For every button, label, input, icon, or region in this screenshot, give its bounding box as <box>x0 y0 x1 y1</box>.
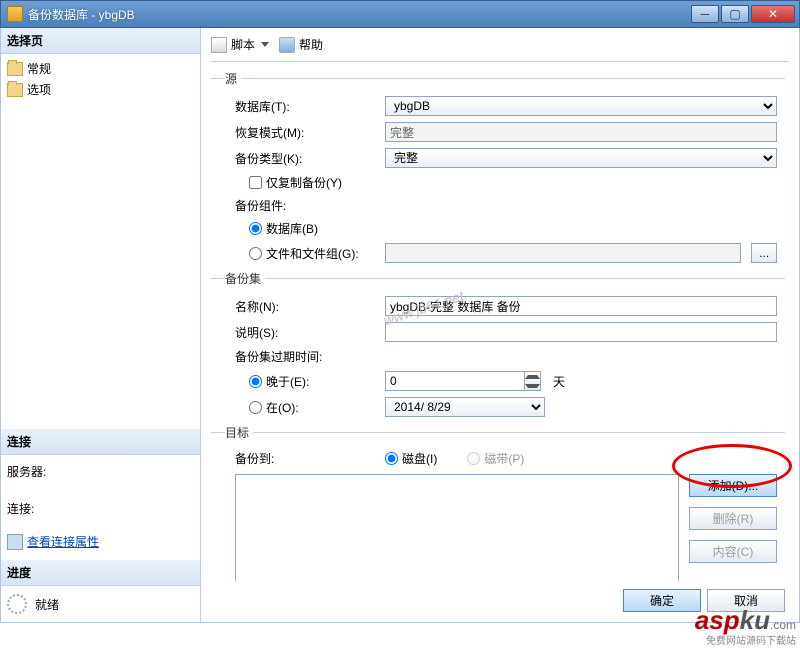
window-title: 备份数据库 - ybgDB <box>28 6 689 23</box>
destination-legend: 目标 <box>225 424 253 441</box>
destination-group: 目标 备份到: 磁盘(I) 磁带(P) 添加(D)... 删除(R) 内容(C) <box>211 424 785 581</box>
page-icon <box>7 62 23 76</box>
copy-only-checkbox[interactable]: 仅复制备份(Y) <box>249 174 342 191</box>
sidebar: 选择页 常规 选项 连接 服务器: 连接: 查看连接属性 进度 就绪 <box>1 28 201 622</box>
conn-label: 连接: <box>1 492 200 519</box>
db-select[interactable]: ybgDB <box>385 96 777 116</box>
desc-label: 说明(S): <box>225 324 385 341</box>
backup-to-label: 备份到: <box>225 450 385 467</box>
remove-button: 删除(R) <box>689 507 777 530</box>
filegroup-field <box>385 243 741 263</box>
conn-value <box>1 519 200 529</box>
recovery-mode-field <box>385 122 777 142</box>
content: 脚本 帮助 源 数据库(T): ybgDB 恢复模式(M): 备份类型(K): … <box>201 28 799 622</box>
add-button[interactable]: 添加(D)... <box>689 474 777 497</box>
expire-after-radio[interactable]: 晚于(E): <box>249 373 385 390</box>
backupset-legend: 备份集 <box>225 270 265 287</box>
backupset-group: 备份集 名称(N): 说明(S): 备份集过期时间: 晚于(E): <box>211 270 785 424</box>
server-value <box>1 482 200 492</box>
dest-tape-radio: 磁带(P) <box>467 450 524 467</box>
progress-spinner-icon <box>7 594 27 614</box>
script-button[interactable]: 脚本 <box>231 36 255 53</box>
expire-on-radio[interactable]: 在(O): <box>249 399 385 416</box>
spin-up-icon <box>525 375 540 379</box>
titlebar: 备份数据库 - ybgDB ─ ▢ ✕ <box>0 0 800 28</box>
source-legend: 源 <box>225 70 241 87</box>
expire-after-unit: 天 <box>553 373 565 390</box>
filegroup-browse-button[interactable]: ... <box>751 243 777 263</box>
dest-disk-radio[interactable]: 磁盘(I) <box>385 450 437 467</box>
sidebar-item-general[interactable]: 常规 <box>1 58 200 79</box>
dialog-footer: 确定 取消 <box>211 581 789 612</box>
chevron-down-icon[interactable] <box>261 42 269 47</box>
contents-button: 内容(C) <box>689 540 777 563</box>
toolbar: 脚本 帮助 <box>211 34 789 59</box>
db-label: 数据库(T): <box>225 98 385 115</box>
help-icon <box>279 37 295 53</box>
ok-button[interactable]: 确定 <box>623 589 701 612</box>
expire-after-value[interactable] <box>385 371 525 391</box>
select-page-header: 选择页 <box>1 28 200 54</box>
connection-header: 连接 <box>1 429 200 455</box>
backup-type-label: 备份类型(K): <box>225 150 385 167</box>
expire-label: 备份集过期时间: <box>225 348 385 365</box>
spinner-buttons[interactable] <box>525 371 541 391</box>
minimize-button[interactable]: ─ <box>691 5 719 23</box>
name-field[interactable] <box>385 296 777 316</box>
expire-on-date[interactable]: 2014/ 8/29 <box>385 397 545 417</box>
sidebar-item-options[interactable]: 选项 <box>1 79 200 100</box>
name-label: 名称(N): <box>225 298 385 315</box>
component-label: 备份组件: <box>225 197 385 214</box>
page-icon <box>7 83 23 97</box>
destination-list[interactable] <box>235 474 679 581</box>
help-button[interactable]: 帮助 <box>299 36 323 53</box>
maximize-button[interactable]: ▢ <box>721 5 749 23</box>
progress-status: 就绪 <box>35 596 59 613</box>
source-group: 源 数据库(T): ybgDB 恢复模式(M): 备份类型(K): 完整 仅复制… <box>211 70 785 270</box>
app-icon <box>7 6 23 22</box>
view-connection-props[interactable]: 查看连接属性 <box>1 529 200 560</box>
progress-status-row: 就绪 <box>1 586 200 622</box>
cancel-button[interactable]: 取消 <box>707 589 785 612</box>
component-fg-radio[interactable]: 文件和文件组(G): <box>249 245 385 262</box>
backup-type-select[interactable]: 完整 <box>385 148 777 168</box>
props-icon <box>7 534 23 550</box>
spin-down-icon <box>525 384 540 388</box>
toolbar-divider <box>211 61 789 62</box>
main-area: 选择页 常规 选项 连接 服务器: 连接: 查看连接属性 进度 就绪 脚本 帮助 <box>0 28 800 623</box>
server-label: 服务器: <box>1 455 200 482</box>
component-db-radio[interactable]: 数据库(B) <box>249 220 385 237</box>
close-button[interactable]: ✕ <box>751 5 795 23</box>
script-icon <box>211 37 227 53</box>
recovery-mode-label: 恢复模式(M): <box>225 124 385 141</box>
desc-field[interactable] <box>385 322 777 342</box>
progress-header: 进度 <box>1 560 200 586</box>
form-body: 源 数据库(T): ybgDB 恢复模式(M): 备份类型(K): 完整 仅复制… <box>211 70 789 581</box>
